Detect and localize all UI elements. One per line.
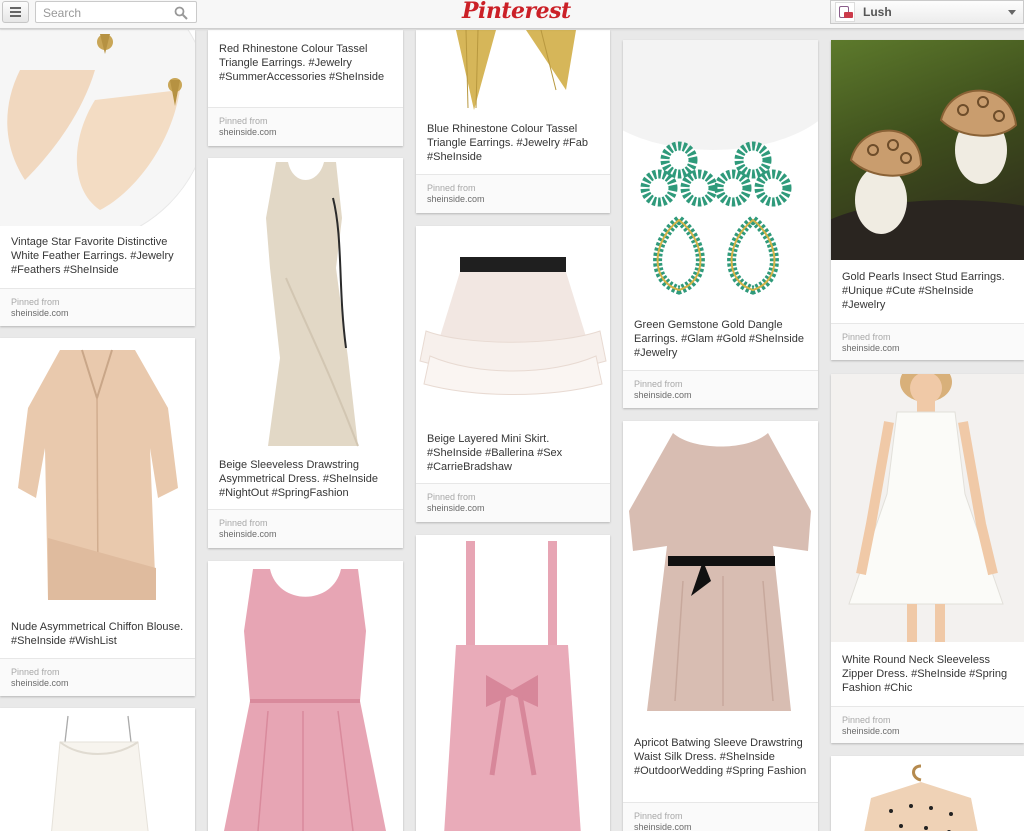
pinned-from-label: Pinned from	[219, 116, 268, 126]
pin-image[interactable]	[831, 374, 1024, 642]
pin-description: Green Gemstone Gold Dangle Earrings. #Gl…	[634, 319, 804, 359]
pin-card[interactable]: White Round Neck Sleeveless Zipper Dress…	[831, 374, 1024, 743]
pin-description: Vintage Star Favorite Distinctive White …	[11, 236, 174, 276]
pin-image[interactable]	[416, 535, 610, 831]
pin-attribution[interactable]: Pinned from sheinside.com	[831, 323, 1024, 360]
pin-description: Beige Layered Mini Skirt. #SheInside #Ba…	[427, 433, 563, 473]
pin-image[interactable]	[208, 158, 403, 450]
pin-source[interactable]: sheinside.com	[634, 390, 692, 400]
pin-source[interactable]: sheinside.com	[11, 678, 69, 688]
pin-description: Gold Pearls Insect Stud Earrings. #Uniqu…	[842, 271, 1005, 311]
pin-description: Blue Rhinestone Colour Tassel Triangle E…	[427, 123, 588, 163]
pinned-from-label: Pinned from	[427, 183, 476, 193]
pin-attribution[interactable]: Pinned from sheinside.com	[623, 370, 818, 408]
pin-attribution[interactable]: Pinned from sheinside.com	[208, 107, 403, 146]
pinned-from-label: Pinned from	[842, 715, 891, 725]
pin-card[interactable]: Vintage Star Favorite Distinctive White …	[0, 30, 195, 326]
user-menu[interactable]: Lush	[830, 0, 1024, 24]
pin-image[interactable]	[831, 756, 1024, 831]
pin-description: Apricot Batwing Sleeve Drawstring Waist …	[634, 737, 807, 777]
user-name: Lush	[863, 5, 892, 19]
pin-image[interactable]	[0, 338, 195, 610]
pin-card[interactable]: Green Gemstone Gold Dangle Earrings. #Gl…	[623, 40, 818, 408]
pin-attribution[interactable]: Pinned from sheinside.com	[0, 288, 195, 326]
pin-card[interactable]: Gold Pearls Insect Stud Earrings. #Uniqu…	[831, 40, 1024, 360]
pin-source[interactable]: sheinside.com	[842, 343, 900, 353]
pinned-from-label: Pinned from	[11, 667, 60, 677]
search-placeholder: Search	[43, 6, 82, 20]
pinned-from-label: Pinned from	[842, 332, 891, 342]
pin-card[interactable]: Beige Sleeveless Drawstring Asymmetrical…	[208, 158, 403, 548]
pin-attribution[interactable]: Pinned from sheinside.com	[208, 509, 403, 548]
search-input[interactable]: Search	[35, 1, 197, 23]
pin-description: Nude Asymmetrical Chiffon Blouse. #SheIn…	[11, 621, 184, 647]
chevron-down-icon	[1008, 10, 1016, 15]
pinned-from-label: Pinned from	[634, 811, 683, 821]
pin-attribution[interactable]: Pinned from sheinside.com	[416, 174, 610, 213]
pin-image[interactable]	[0, 30, 195, 226]
pin-attribution[interactable]: Pinned from sheinside.com	[623, 802, 818, 831]
pin-attribution[interactable]: Pinned from sheinside.com	[416, 483, 610, 522]
pin-source[interactable]: sheinside.com	[634, 822, 692, 831]
pin-attribution[interactable]: Pinned from sheinside.com	[0, 658, 195, 696]
pinned-from-label: Pinned from	[219, 518, 268, 528]
pin-card[interactable]: Blue Rhinestone Colour Tassel Triangle E…	[416, 30, 610, 213]
pin-card[interactable]	[416, 535, 610, 831]
pin-image[interactable]	[416, 30, 610, 112]
pinterest-logo[interactable]: Pinterest	[462, 0, 571, 26]
pin-description: Beige Sleeveless Drawstring Asymmetrical…	[219, 459, 378, 499]
pin-source[interactable]: sheinside.com	[427, 503, 485, 513]
pinned-from-label: Pinned from	[11, 297, 60, 307]
avatar	[835, 2, 855, 22]
hamburger-menu-icon	[10, 7, 21, 9]
pinned-from-label: Pinned from	[634, 379, 683, 389]
pinned-from-label: Pinned from	[427, 492, 476, 502]
pin-source[interactable]: sheinside.com	[427, 194, 485, 204]
pin-card[interactable]	[0, 708, 195, 831]
pin-card[interactable]: Red Rhinestone Colour Tassel Triangle Ea…	[208, 30, 403, 146]
pin-image[interactable]	[208, 561, 403, 831]
pin-card[interactable]: Beige Layered Mini Skirt. #SheInside #Ba…	[416, 226, 610, 522]
pin-source[interactable]: sheinside.com	[219, 529, 277, 539]
pin-image[interactable]	[623, 421, 818, 727]
pin-image[interactable]	[0, 708, 195, 831]
pin-attribution[interactable]: Pinned from sheinside.com	[831, 706, 1024, 743]
pin-description: White Round Neck Sleeveless Zipper Dress…	[842, 654, 1008, 694]
pin-card[interactable]: Apricot Batwing Sleeve Drawstring Waist …	[623, 421, 818, 831]
pin-card[interactable]: Nude Asymmetrical Chiffon Blouse. #SheIn…	[0, 338, 195, 696]
pin-image[interactable]	[623, 40, 818, 308]
pin-description: Red Rhinestone Colour Tassel Triangle Ea…	[219, 43, 385, 83]
pin-image[interactable]	[831, 40, 1024, 260]
menu-button[interactable]	[2, 1, 29, 23]
top-bar: Search Pinterest Lush	[0, 0, 1024, 29]
pin-source[interactable]: sheinside.com	[11, 308, 69, 318]
pin-source[interactable]: sheinside.com	[842, 726, 900, 736]
pin-card[interactable]	[208, 561, 403, 831]
pin-source[interactable]: sheinside.com	[219, 127, 277, 137]
pin-image[interactable]	[416, 226, 610, 423]
pin-card[interactable]	[831, 756, 1024, 831]
search-icon[interactable]	[174, 6, 188, 20]
